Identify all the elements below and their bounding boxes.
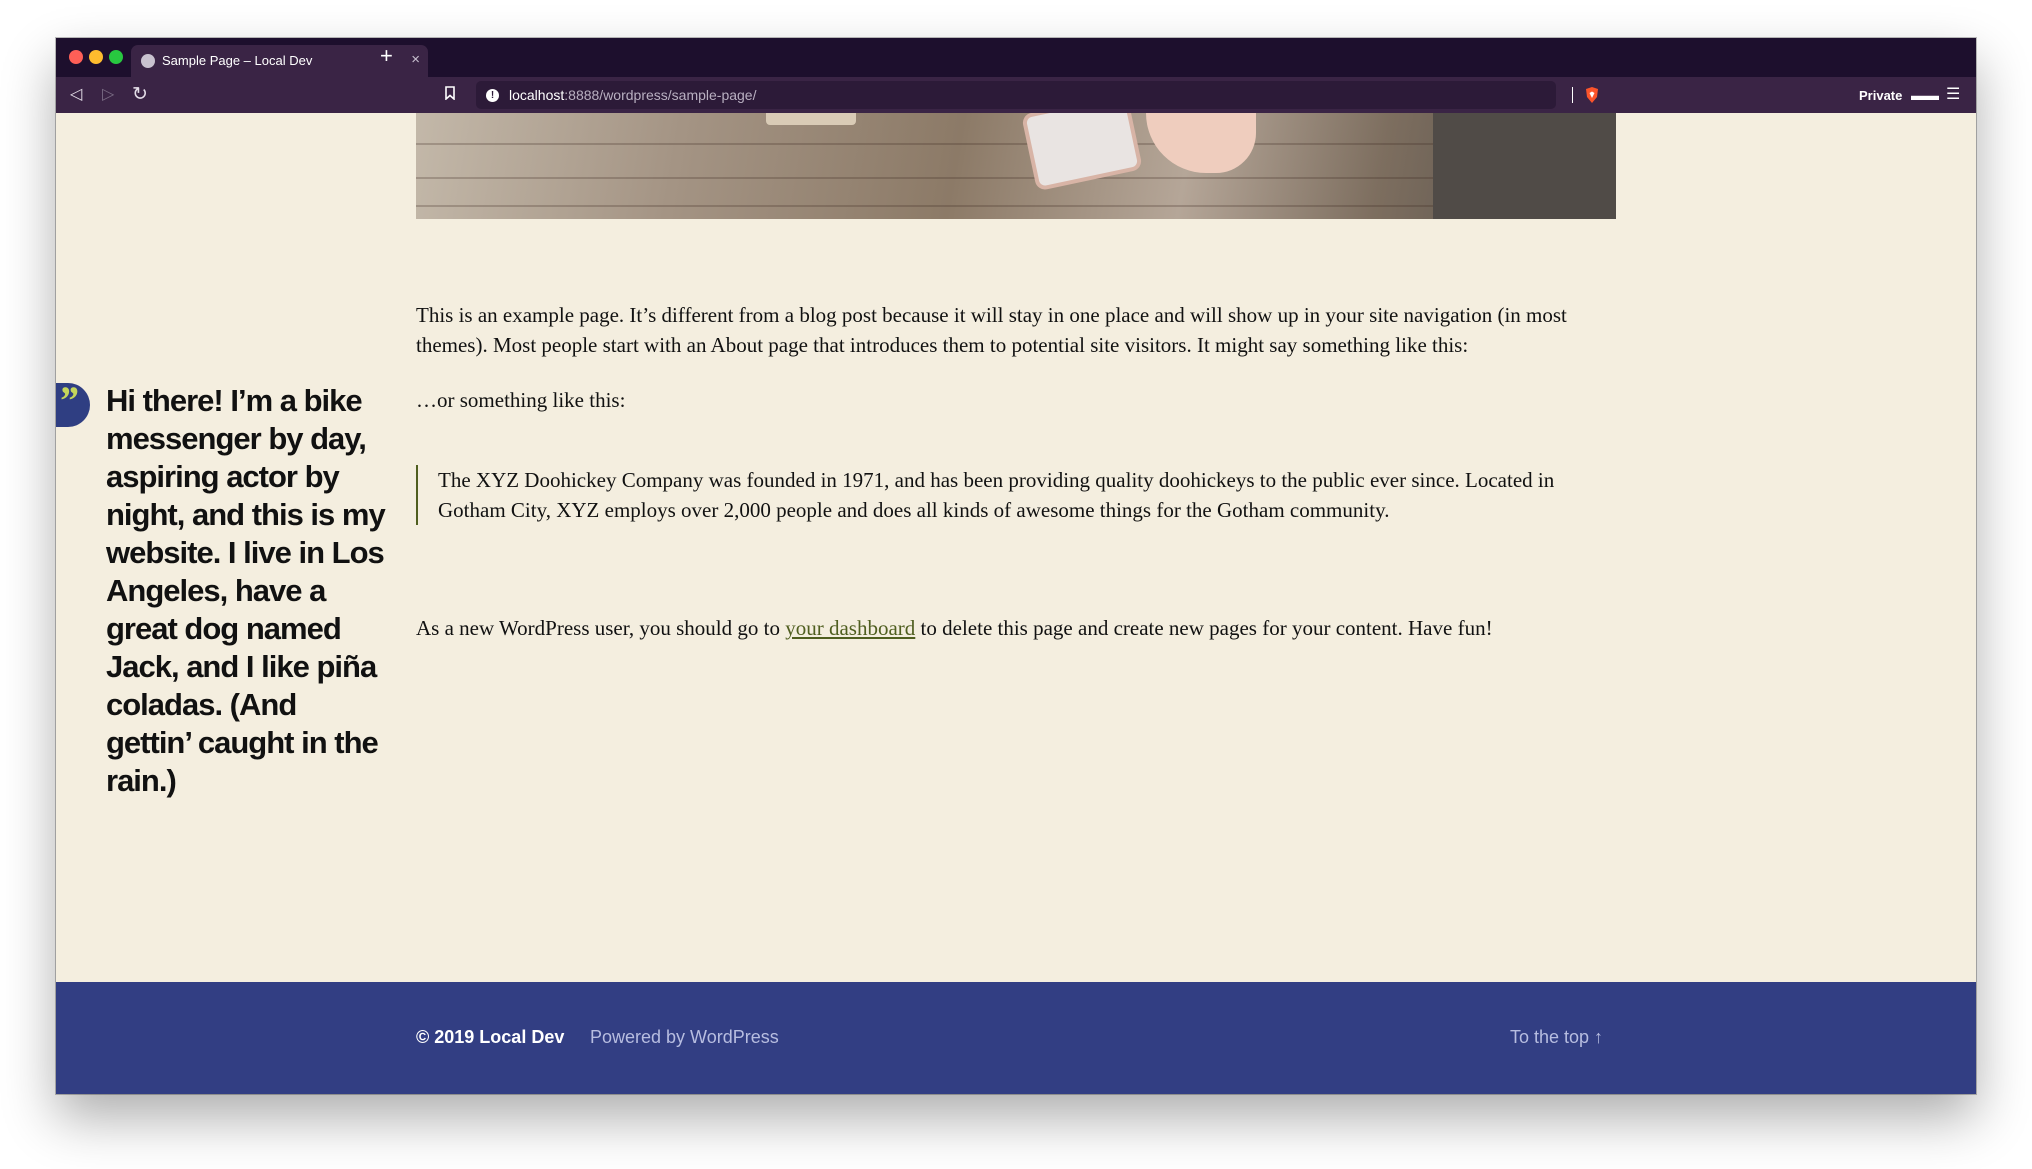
brave-shield-icon[interactable]: [1584, 86, 1600, 104]
navigation-bar: ◁ ▷ ↻ ! localhost:8888/wordpress/sample-…: [56, 77, 1976, 113]
tab-title: Sample Page – Local Dev: [162, 53, 313, 68]
browser-window: Sample Page – Local Dev × + ◁ ▷ ↻ ! loca…: [56, 38, 1976, 1094]
reload-icon[interactable]: ↻: [132, 83, 148, 107]
address-bar[interactable]: ! localhost:8888/wordpress/sample-page/: [476, 81, 1598, 109]
or-something-paragraph: …or something like this:: [416, 388, 626, 412]
dashboard-link[interactable]: your dashboard: [785, 616, 915, 640]
close-window-button[interactable]: [69, 50, 83, 64]
footer-copyright[interactable]: © 2019 Local Dev: [416, 1027, 564, 1048]
dashboard-suffix: to delete this page and create new pages…: [915, 616, 1493, 640]
back-arrow-icon[interactable]: ◁: [70, 83, 82, 107]
close-icon[interactable]: ×: [411, 51, 420, 68]
minimize-window-button[interactable]: [89, 50, 103, 64]
quote-mark-icon: ”: [56, 378, 90, 427]
page-content: This is an example page. It’s different …: [56, 113, 1976, 1020]
zoom-window-button[interactable]: [109, 50, 123, 64]
url-host: localhost: [509, 87, 565, 103]
url-path: :8888/wordpress/sample-page/: [564, 87, 757, 103]
dashboard-prefix: As a new WordPress user, you should go t…: [416, 616, 786, 640]
featured-image: [416, 113, 1616, 219]
dashboard-paragraph: As a new WordPress user, you should go t…: [416, 613, 1616, 643]
site-footer: © 2019 Local Dev Powered by WordPress To…: [56, 982, 1976, 1094]
pullquote: Hi there! I’m a bike messenger by day, a…: [106, 383, 386, 798]
bookmark-icon[interactable]: [445, 86, 455, 100]
blockquote: The XYZ Doohickey Company was founded in…: [416, 465, 1618, 525]
intro-paragraph: This is an example page. It’s different …: [416, 303, 1567, 357]
url-divider: [1572, 87, 1573, 103]
private-label: Private: [1859, 88, 1903, 103]
info-icon[interactable]: !: [486, 89, 499, 102]
to-the-top-link[interactable]: To the top ↑: [1510, 1027, 1603, 1048]
powered-by-link[interactable]: Powered by WordPress: [590, 1027, 779, 1048]
new-tab-button[interactable]: +: [380, 44, 393, 68]
tab-bar: Sample Page – Local Dev × +: [56, 38, 1976, 77]
url-text[interactable]: localhost:8888/wordpress/sample-page/: [509, 87, 757, 103]
private-glasses-icon: ▬▬: [1911, 87, 1939, 103]
forward-arrow-icon[interactable]: ▷: [102, 83, 114, 107]
hamburger-menu-icon[interactable]: ☰: [1946, 84, 1960, 104]
wordpress-favicon-icon: [141, 54, 155, 68]
